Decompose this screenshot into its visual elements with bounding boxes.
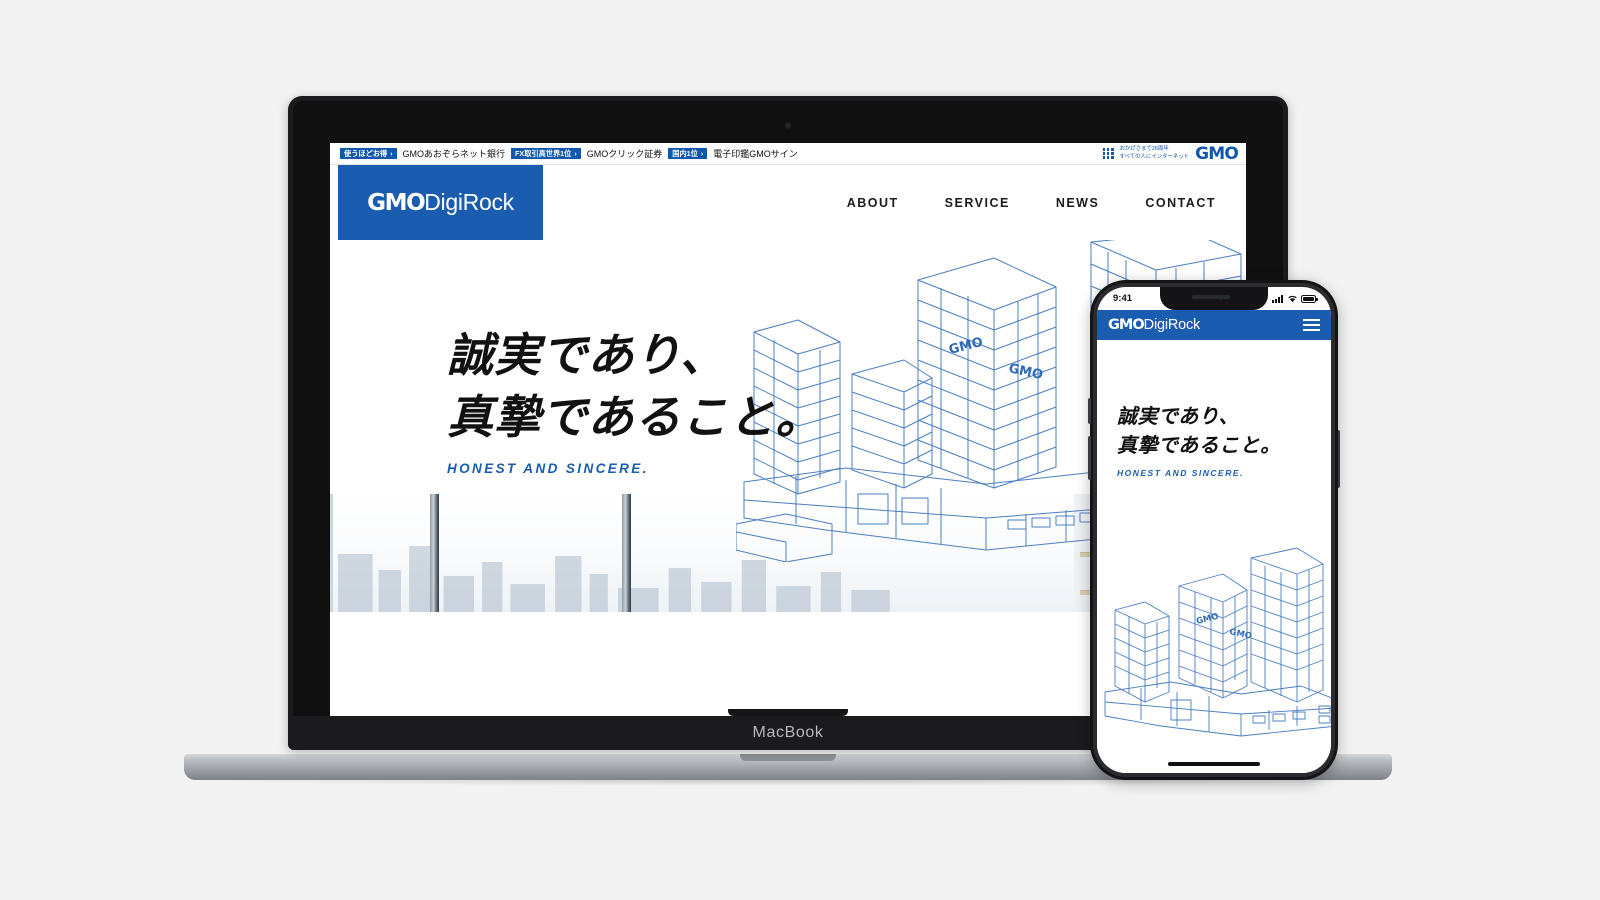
phone-mute-switch[interactable] [1088, 398, 1091, 424]
earpiece-speaker-icon [1191, 295, 1230, 299]
mobile-hero-section: 誠実であり、 真摯であること。 HONEST AND SINCERE. GMO … [1097, 340, 1331, 773]
cellular-signal-icon [1272, 295, 1283, 303]
hamburger-menu-icon[interactable] [1303, 319, 1320, 331]
phone-notch [1160, 287, 1268, 310]
utilbar-badge-0[interactable]: 使うほどお得 › [340, 147, 397, 160]
chevron-right-icon: › [390, 148, 393, 158]
mobile-headline-line2: 真摯であること。 [1117, 433, 1281, 457]
mobile-building-wireframe-illustration: GMO GMO [1104, 547, 1331, 737]
lid-notch [728, 709, 848, 716]
utilbar-badge-label-2: 国内1位 [672, 148, 698, 158]
utilbar-badge-1[interactable]: FX取引高世界1位 › [511, 147, 581, 160]
nav-item-about[interactable]: ABOUT [847, 196, 899, 210]
svg-text:GMO: GMO [1007, 361, 1044, 383]
brand-logo-digirock: DigiRock [424, 189, 514, 215]
mobile-header: GMODigiRock [1097, 310, 1331, 340]
nav-item-news[interactable]: NEWS [1056, 196, 1100, 210]
nav-item-service[interactable]: SERVICE [945, 196, 1010, 210]
macbook-wordmark: MacBook [752, 724, 824, 741]
battery-icon [1301, 295, 1318, 303]
phone-volume-buttons[interactable] [1088, 436, 1091, 480]
site-header: GMODigiRock ABOUT SERVICE NEWS CONTACT [330, 165, 1246, 480]
phone-body: 9:41 GMODigiRock 誠実であり、 真摯であること。 HONEST … [1088, 280, 1340, 780]
window-mullion-2 [622, 494, 631, 612]
wifi-icon [1287, 295, 1297, 303]
mobile-logo-gmo: GMO [1108, 317, 1145, 333]
mobile-subtitle: HONEST AND SINCERE. [1117, 468, 1244, 478]
gmo-tagline-line1: おかげさまで26周年 [1119, 146, 1169, 153]
status-icons [1272, 294, 1318, 303]
gmo-tagline-line2: すべての人にインターネット [1119, 153, 1190, 160]
home-indicator[interactable] [1168, 762, 1260, 766]
svg-text:GMO: GMO [1195, 612, 1219, 627]
utilbar-badge-label-0: 使うほどお得 [344, 148, 388, 158]
front-camera-icon [1218, 295, 1224, 300]
main-navigation: ABOUT SERVICE NEWS CONTACT [847, 165, 1216, 240]
mobile-window-sky [1097, 768, 1331, 773]
window-frame-left [330, 494, 333, 612]
svg-text:GMO: GMO [1228, 627, 1252, 641]
webcam-icon [784, 122, 792, 129]
window-mullion-1 [430, 494, 439, 612]
hero-headline-line2: 真摯であること。 [447, 389, 823, 444]
mobile-brand-logo[interactable]: GMODigiRock [1108, 317, 1200, 333]
iphone-device: 9:41 GMODigiRock 誠実であり、 真摯であること。 HONEST … [1088, 280, 1340, 780]
mobile-office-photo [1097, 768, 1331, 773]
gmo-tagline: おかげさまで26周年 すべての人にインターネット [1120, 146, 1189, 161]
utility-bar: 使うほどお得 › GMOあおぞらネット銀行 FX取引高世界1位 › GMOクリッ… [330, 143, 1246, 165]
mobile-hero-copy: 誠実であり、 真摯であること。 HONEST AND SINCERE. [1117, 402, 1281, 478]
hero-copy: 誠実であり、 真摯であること。 HONEST AND SINCERE. [447, 325, 823, 476]
chevron-right-icon: › [574, 148, 577, 158]
phone-power-button[interactable] [1337, 430, 1340, 488]
nav-item-contact[interactable]: CONTACT [1145, 196, 1216, 210]
utilbar-badge-label-1: FX取引高世界1位 [515, 148, 572, 158]
mobile-headline-line1: 誠実であり、 [1117, 404, 1239, 428]
grid-dots-icon[interactable] [1102, 148, 1114, 159]
utilbar-link-0[interactable]: GMOあおぞらネット銀行 [403, 147, 506, 160]
brand-logo[interactable]: GMODigiRock [338, 165, 543, 480]
svg-text:GMO: GMO [947, 335, 984, 358]
brand-logo-gmo: GMO [367, 190, 426, 216]
hero-subtitle: HONEST AND SINCERE. [447, 461, 649, 477]
chevron-right-icon: › [700, 148, 704, 158]
gmo-corporate-logo[interactable]: GMO [1195, 144, 1239, 164]
status-clock: 9:41 [1113, 293, 1133, 304]
utilbar-link-2[interactable]: 電子印鑑GMOサイン [713, 147, 798, 160]
utilbar-badge-2[interactable]: 国内1位 › [668, 147, 708, 160]
phone-screen: 9:41 GMODigiRock 誠実であり、 真摯であること。 HONEST … [1097, 287, 1331, 773]
mobile-logo-digirock: DigiRock [1143, 317, 1201, 333]
brand-logo-text: GMODigiRock [367, 189, 514, 216]
utilbar-link-1[interactable]: GMOクリック証券 [587, 147, 663, 160]
hero-headline-line1: 誠実であり、 [447, 328, 727, 382]
